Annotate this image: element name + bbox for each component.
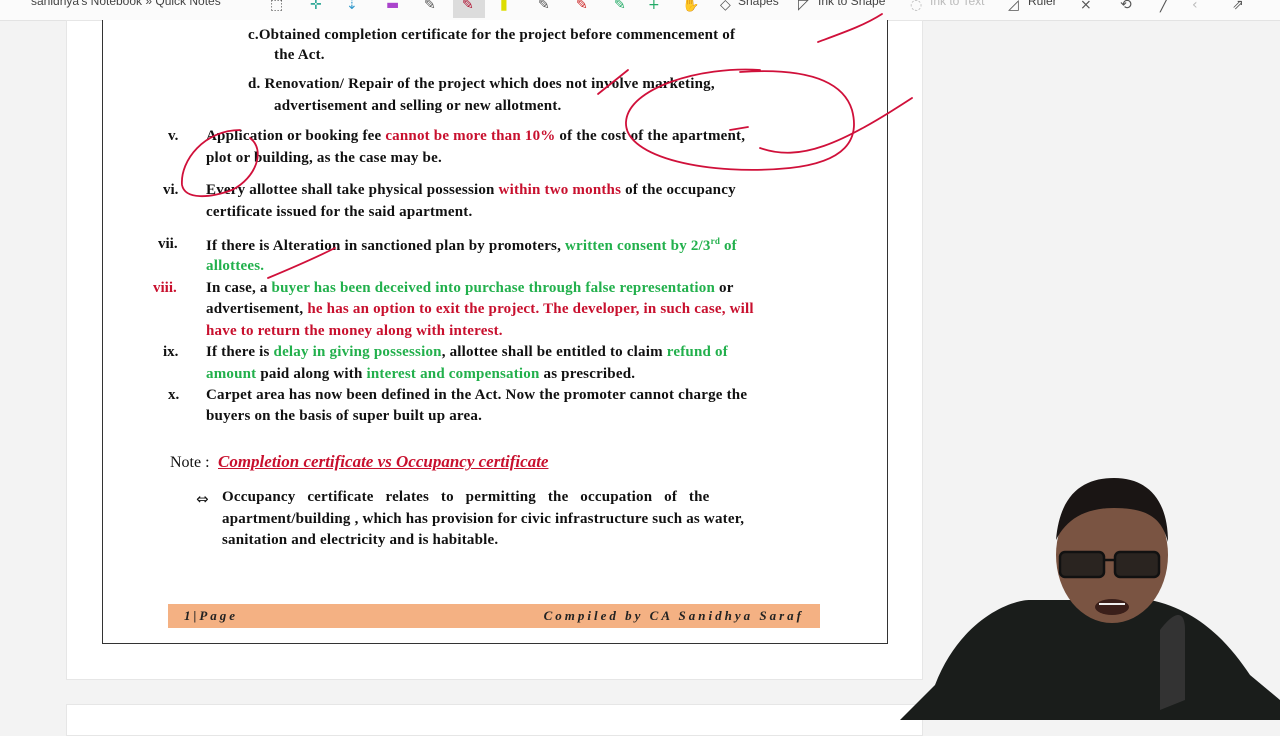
pen-black-icon[interactable]: ✎ xyxy=(424,0,436,15)
note-label: Note : xyxy=(170,454,210,471)
page-number: 1|Page xyxy=(184,608,239,623)
back-icon[interactable]: ‹ xyxy=(1192,0,1198,15)
pen-red2-icon[interactable]: ✎ xyxy=(576,0,588,15)
math-icon[interactable]: ⨯ xyxy=(1080,0,1092,15)
add-pen-icon[interactable]: + xyxy=(648,0,660,15)
next-notebook-page[interactable] xyxy=(66,704,923,736)
item-d-line1: d. Renovation/ Repair of the project whi… xyxy=(248,76,715,92)
breadcrumb[interactable]: sanidhya's Notebook » Quick Notes xyxy=(31,0,221,8)
item-c-line1: c.Obtained completion certificate for th… xyxy=(248,27,736,43)
delete-space-icon[interactable]: ⇣ xyxy=(346,0,358,15)
pen-green-icon[interactable]: ✎ xyxy=(614,0,626,15)
item-x-number: x. xyxy=(168,387,180,403)
item-ix-line1: If there is delay in giving possession, … xyxy=(206,344,728,360)
item-ix-line2: amount paid along with interest and comp… xyxy=(206,366,636,382)
pen-red-icon[interactable]: ✎ xyxy=(462,0,474,15)
ruler-button[interactable]: Ruler xyxy=(1028,0,1057,8)
item-x-line1: Carpet area has now been defined in the … xyxy=(206,387,748,403)
presenter-webcam xyxy=(900,478,1280,720)
ink-to-shape-icon: ◸ xyxy=(798,0,809,13)
note-heading: Completion certificate vs Occupancy cert… xyxy=(218,452,549,471)
item-viii-line3: have to return the money along with inte… xyxy=(206,323,503,339)
pen-mode-icon[interactable]: ╱ xyxy=(1160,0,1168,15)
double-arrow-icon: ⇔ xyxy=(196,490,209,508)
eraser-icon[interactable]: ▬ xyxy=(386,0,399,15)
highlighter-yellow-icon[interactable]: ▮ xyxy=(500,0,508,15)
occupancy-line3: sanitation and electricity and is habita… xyxy=(222,532,499,548)
shapes-button[interactable]: Shapes xyxy=(738,0,779,8)
item-viii-line1: In case, a buyer has been deceived into … xyxy=(206,280,734,296)
ink-to-text-icon: ◌ xyxy=(910,0,923,13)
item-vi-number: vi. xyxy=(163,182,179,198)
item-d-line2: advertisement and selling or new allotme… xyxy=(274,98,562,114)
item-v-line1: Application or booking fee cannot be mor… xyxy=(206,128,746,144)
ribbon-toolbar: sanidhya's Notebook » Quick Notes ⬚ ✛ ⇣ … xyxy=(0,0,1280,21)
item-v-number: v. xyxy=(168,128,179,144)
footer-credit: Compiled by CA Sanidhya Saraf xyxy=(543,608,804,623)
lasso-select-icon[interactable]: ⬚ xyxy=(270,0,283,15)
item-vii-line2: allottees. xyxy=(206,258,265,274)
item-v-line2: plot or building, as the case may be. xyxy=(206,150,442,166)
item-x-line2: buyers on the basis of super built up ar… xyxy=(206,408,483,424)
ruler-icon: ◿ xyxy=(1008,0,1019,13)
item-viii-line2: advertisement, he has an option to exit … xyxy=(206,301,754,317)
add-space-icon[interactable]: ✛ xyxy=(310,0,322,15)
pen-dark-icon[interactable]: ✎ xyxy=(538,0,550,15)
item-c-line2: the Act. xyxy=(274,47,325,63)
item-vii-line1: If there is Alteration in sanctioned pla… xyxy=(206,236,737,254)
page-footer: 1|Page Compiled by CA Sanidhya Saraf xyxy=(168,604,820,628)
occupancy-line1: Occupancy certificate relates to permitt… xyxy=(222,489,710,505)
item-vi-line2: certificate issued for the said apartmen… xyxy=(206,204,473,220)
share-icon[interactable]: ⇗ xyxy=(1232,0,1244,15)
replay-icon[interactable]: ⟲ xyxy=(1120,0,1132,15)
item-viii-number: viii. xyxy=(153,280,177,296)
ink-to-shape-button[interactable]: Ink to Shape xyxy=(818,0,885,8)
ink-to-text-button[interactable]: Ink to Text xyxy=(930,0,984,8)
item-ix-number: ix. xyxy=(163,344,179,360)
item-vi-line1: Every allottee shall take physical posse… xyxy=(206,182,736,198)
shapes-icon: ◇ xyxy=(720,0,731,13)
hand-icon[interactable]: ✋ xyxy=(682,0,699,15)
item-vii-number: vii. xyxy=(158,236,178,252)
occupancy-line2: apartment/building , which has provision… xyxy=(222,511,745,527)
